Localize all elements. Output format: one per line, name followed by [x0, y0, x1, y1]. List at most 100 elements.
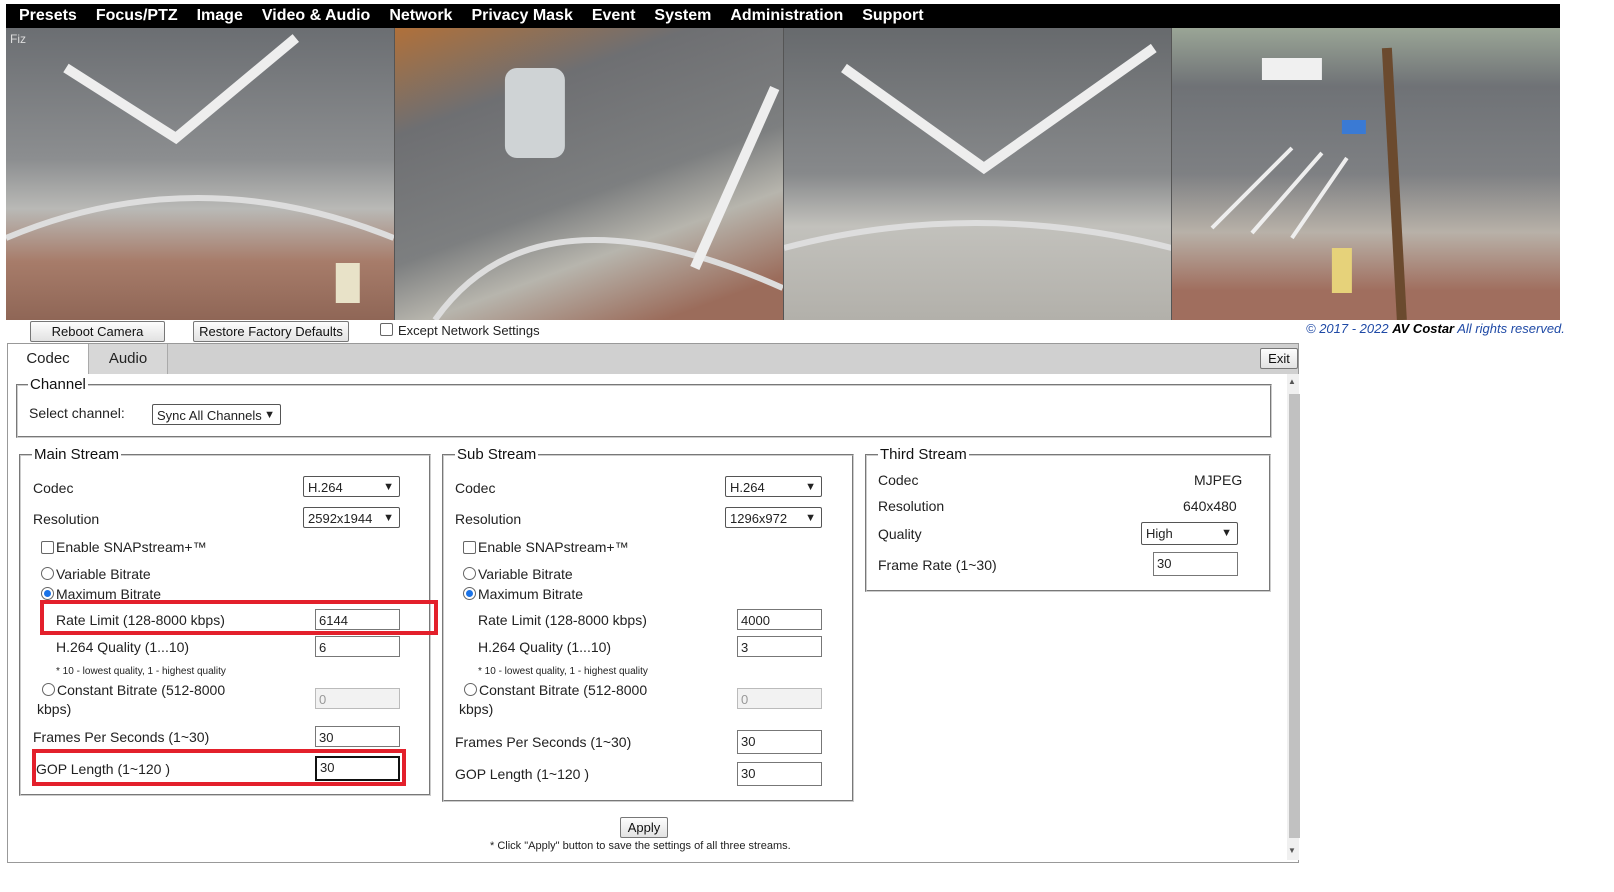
third-frame-rate-input[interactable]: 30 — [1153, 552, 1238, 576]
sub-resolution-select[interactable]: 1296x972 ▼ — [725, 507, 822, 528]
sub-stream-group: Sub Stream Codec H.264 ▼ Resolution 1296x… — [442, 446, 854, 802]
main-rate-limit-label: Rate Limit (128-8000 kbps) — [56, 612, 225, 628]
main-stream-legend: Main Stream — [32, 446, 122, 463]
sub-variable-bitrate-label: Variable Bitrate — [478, 566, 573, 582]
scroll-up-icon[interactable]: ▲ — [1288, 377, 1296, 386]
main-constant-bitrate-label: Constant Bitrate (512-8000 — [57, 682, 226, 698]
sub-rate-limit-input[interactable]: 4000 — [737, 609, 822, 630]
third-resolution-value: 640x480 — [1183, 498, 1237, 514]
camera-view-3 — [783, 28, 1173, 320]
camera-view-1: Fiz — [6, 28, 395, 320]
camera-view-2 — [394, 28, 784, 320]
main-resolution-value: 2592x1944 — [308, 511, 373, 526]
main-stream-group: Main Stream Codec H.264 ▼ Resolution 2592… — [19, 446, 431, 796]
main-quality-label: H.264 Quality (1...10) — [56, 639, 190, 655]
sub-quality-label: H.264 Quality (1...10) — [478, 639, 612, 655]
sub-rate-limit-label: Rate Limit (128-8000 kbps) — [478, 612, 647, 628]
main-menu-bar: Presets Focus/PTZ Image Video & Audio Ne… — [6, 4, 1560, 28]
sub-snapstream-checkbox[interactable] — [463, 541, 476, 554]
menu-privacy-mask[interactable]: Privacy Mask — [471, 7, 572, 25]
main-quality-input[interactable]: 6 — [315, 636, 400, 657]
main-gop-input[interactable]: 30 — [315, 756, 400, 781]
sub-fps-label: Frames Per Seconds (1~30) — [455, 734, 632, 750]
third-quality-select[interactable]: High ▼ — [1141, 522, 1238, 545]
copyright-notice: © 2017 - 2022 AV Costar All rights reser… — [1306, 321, 1565, 336]
sub-quality-input[interactable]: 3 — [737, 636, 822, 657]
sub-constant-bitrate-input[interactable]: 0 — [737, 688, 822, 709]
sub-snapstream-label: Enable SNAPstream+™ — [478, 539, 629, 555]
sub-codec-select[interactable]: H.264 ▼ — [725, 476, 822, 497]
sub-maximum-bitrate-label: Maximum Bitrate — [478, 586, 584, 602]
except-network-settings-label: Except Network Settings — [398, 323, 540, 338]
camera-overlay-label: Fiz — [10, 32, 26, 46]
main-snapstream-checkbox[interactable] — [41, 541, 54, 554]
main-constant-bitrate-input[interactable]: 0 — [315, 688, 400, 709]
sub-constant-bitrate-radio[interactable] — [464, 683, 477, 696]
sub-maximum-bitrate-radio[interactable] — [463, 587, 476, 600]
third-quality-label: Quality — [878, 526, 922, 542]
menu-network[interactable]: Network — [389, 7, 452, 25]
tab-codec[interactable]: Codec — [8, 344, 89, 374]
main-maximum-bitrate-radio[interactable] — [41, 587, 54, 600]
apply-button[interactable]: Apply — [620, 817, 668, 838]
channel-select[interactable]: Sync All Channels ▼ — [152, 404, 281, 425]
menu-image[interactable]: Image — [197, 7, 243, 25]
scrollbar-thumb[interactable] — [1289, 394, 1300, 838]
scroll-down-icon[interactable]: ▼ — [1288, 846, 1296, 855]
third-quality-value: High — [1146, 526, 1173, 541]
restore-factory-defaults-button[interactable]: Restore Factory Defaults — [193, 321, 349, 342]
tab-audio[interactable]: Audio — [89, 344, 168, 374]
chevron-down-icon: ▼ — [383, 481, 394, 493]
chevron-down-icon: ▼ — [805, 481, 816, 493]
main-fps-input[interactable]: 30 — [315, 726, 400, 747]
copyright-rights: All rights reserved. — [1457, 321, 1565, 336]
channel-select-value: Sync All Channels — [157, 408, 262, 423]
main-constant-bitrate-radio[interactable] — [42, 683, 55, 696]
sub-stream-legend: Sub Stream — [455, 446, 539, 463]
main-constant-bitrate-label-cont: kbps) — [37, 701, 72, 717]
main-snapstream-label: Enable SNAPstream+™ — [56, 539, 207, 555]
main-rate-limit-input[interactable]: 6144 — [315, 609, 400, 630]
menu-event[interactable]: Event — [592, 7, 636, 25]
apply-note: * Click "Apply" button to save the setti… — [490, 840, 791, 852]
live-video-view[interactable]: Fiz — [6, 28, 1560, 320]
third-stream-group: Third Stream Codec MJPEG Resolution 640x… — [865, 446, 1271, 592]
menu-system[interactable]: System — [654, 7, 711, 25]
third-resolution-label: Resolution — [878, 498, 945, 514]
menu-focus-ptz[interactable]: Focus/PTZ — [96, 7, 178, 25]
chevron-down-icon: ▼ — [1221, 527, 1232, 539]
exit-button[interactable]: Exit — [1260, 348, 1298, 369]
main-variable-bitrate-radio[interactable] — [41, 567, 54, 580]
parking-lot-image — [1210, 47, 1408, 320]
main-resolution-select[interactable]: 2592x1944 ▼ — [303, 507, 400, 528]
sub-fps-input[interactable]: 30 — [737, 730, 822, 754]
reboot-camera-button[interactable]: Reboot Camera — [30, 321, 165, 342]
menu-presets[interactable]: Presets — [19, 7, 77, 25]
crosswalk-image — [783, 43, 1172, 251]
main-fps-label: Frames Per Seconds (1~30) — [33, 729, 210, 745]
main-codec-select[interactable]: H.264 ▼ — [303, 476, 400, 497]
street-scene-image — [432, 68, 783, 320]
select-channel-label: Select channel: — [29, 405, 125, 421]
sub-gop-label: GOP Length (1~120 ) — [455, 766, 589, 782]
sub-gop-input[interactable]: 30 — [737, 762, 822, 786]
menu-video-audio[interactable]: Video & Audio — [262, 7, 370, 25]
sub-variable-bitrate-radio[interactable] — [463, 567, 476, 580]
main-quality-note: * 10 - lowest quality, 1 - highest quali… — [56, 666, 226, 677]
main-codec-label: Codec — [33, 480, 74, 496]
sub-resolution-label: Resolution — [455, 511, 522, 527]
sub-resolution-value: 1296x972 — [730, 511, 788, 526]
tab-bar — [8, 344, 1298, 374]
copyright-years: © 2017 - 2022 — [1306, 321, 1389, 336]
main-codec-value: H.264 — [308, 480, 343, 495]
copyright-brand: AV Costar — [1392, 321, 1455, 336]
third-frame-rate-label: Frame Rate (1~30) — [878, 557, 997, 573]
sub-codec-value: H.264 — [730, 480, 765, 495]
menu-support[interactable]: Support — [862, 7, 923, 25]
chevron-down-icon: ▼ — [383, 512, 394, 524]
video-settings-panel: Codec Audio Exit Channel Select channel:… — [7, 343, 1300, 863]
main-maximum-bitrate-label: Maximum Bitrate — [56, 586, 162, 602]
channel-group: Channel Select channel: Sync All Channel… — [16, 376, 1272, 438]
except-network-settings-checkbox[interactable] — [380, 323, 393, 336]
menu-administration[interactable]: Administration — [730, 7, 843, 25]
